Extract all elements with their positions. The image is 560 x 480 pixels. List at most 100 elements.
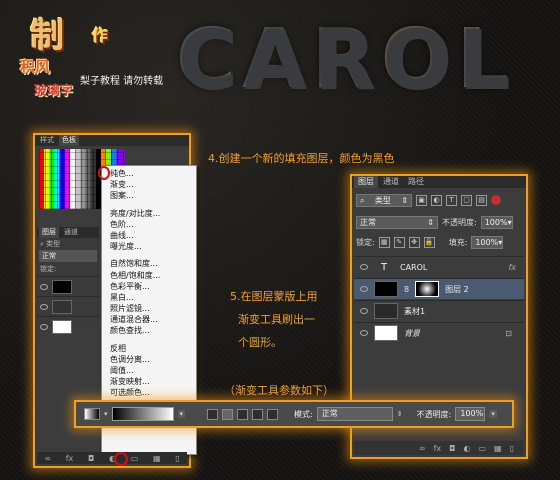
menu-item-threshold[interactable]: 阈值... <box>102 365 196 376</box>
smart-filter-icon[interactable]: ▤ <box>476 194 487 206</box>
diamond-gradient-icon[interactable] <box>267 408 279 420</box>
lock-all-icon[interactable]: 🔒 <box>423 236 435 248</box>
menu-item-solid-color[interactable]: 纯色... <box>102 168 196 179</box>
reflected-gradient-icon[interactable] <box>252 408 264 420</box>
menu-item-hue-saturation[interactable]: 色相/饱和度... <box>102 270 196 281</box>
adjustment-filter-icon[interactable]: ◐ <box>431 194 442 206</box>
opacity-input[interactable]: 100% <box>455 407 486 421</box>
radial-gradient-icon[interactable] <box>222 408 234 420</box>
tab-layers[interactable]: 图层 <box>39 227 59 238</box>
opacity-input[interactable]: 100% ▾ <box>480 215 513 229</box>
mini-kind-filter[interactable]: ⌕ 类型 <box>37 238 99 250</box>
new-layer-icon[interactable]: ▦ <box>494 444 502 453</box>
layer-row-carol[interactable]: T CAROL fx <box>354 256 524 277</box>
folder-icon[interactable]: ▭ <box>131 454 139 463</box>
menu-item-photo-filter[interactable]: 照片滤镜... <box>102 303 196 314</box>
folder-icon[interactable]: ▭ <box>478 444 486 453</box>
blend-row: 正常 ⇕ 不透明度: 100% ▾ <box>356 214 522 230</box>
tab-swatches[interactable]: 色板 <box>59 135 79 146</box>
layer-row-material1[interactable]: 素材1 <box>354 300 524 321</box>
menu-item-channel-mixer[interactable]: 通道混合器... <box>102 314 196 325</box>
adjustment-icon[interactable]: ◐ <box>463 444 470 453</box>
link-icon[interactable]: ∞ <box>44 454 51 463</box>
mini-layer-row[interactable] <box>37 276 99 296</box>
menu-item-color-lookup[interactable]: 颜色查找... <box>102 325 196 336</box>
kind-filter-select[interactable]: ⌕ 类型 ⇕ <box>356 193 412 207</box>
mask-icon[interactable]: ◘ <box>88 454 94 463</box>
gradient-tool-preset-icon[interactable] <box>84 408 100 420</box>
menu-item-color-balance[interactable]: 色彩平衡... <box>102 281 196 292</box>
eye-icon[interactable] <box>40 323 48 330</box>
menu-item-pattern[interactable]: 图案... <box>102 190 196 201</box>
lock-paint-icon[interactable]: ✎ <box>393 236 405 248</box>
menu-item-gradient[interactable]: 渐变... <box>102 179 196 190</box>
eye-icon[interactable] <box>360 330 368 336</box>
menu-item-invert[interactable]: 反相 <box>102 343 196 354</box>
lock-transparent-icon[interactable]: ▦ <box>378 236 390 248</box>
tab-paths[interactable]: 路径 <box>404 176 428 188</box>
fx-icon[interactable]: fx <box>66 454 74 463</box>
pixel-filter-icon[interactable]: ▣ <box>416 194 427 206</box>
title-art: CAROL <box>176 12 515 107</box>
chevron-down-icon: ⇕ <box>427 217 434 227</box>
lock-move-icon[interactable]: ✥ <box>408 236 420 248</box>
menu-item-curves[interactable]: 曲线... <box>102 230 196 241</box>
blend-mode-select[interactable]: 正常 ⇕ <box>356 215 438 229</box>
menu-item-brightness-contrast[interactable]: 亮度/对比度... <box>102 208 196 219</box>
mini-layer-row[interactable] <box>37 296 99 316</box>
fx-icon[interactable]: fx <box>434 444 442 453</box>
menu-item-gradient-map[interactable]: 渐变映射... <box>102 376 196 387</box>
note-step5-line2: 渐变工具刷出一 <box>238 313 315 326</box>
chevron-down-icon: ▾ <box>507 217 512 227</box>
link-icon[interactable]: ∞ <box>419 444 426 453</box>
new-layer-icon[interactable]: ▦ <box>153 454 161 463</box>
chevron-down-icon[interactable]: ▾ <box>104 410 108 418</box>
tab-channels[interactable]: 通道 <box>61 227 81 238</box>
menu-item-levels[interactable]: 色阶... <box>102 219 196 230</box>
layer-thumbnail <box>52 299 72 314</box>
eye-icon[interactable] <box>360 308 368 314</box>
angle-gradient-icon[interactable] <box>237 408 249 420</box>
tab-styles[interactable]: 样式 <box>37 135 57 146</box>
mini-layer-row[interactable] <box>37 316 99 336</box>
type-filter-icon[interactable]: T <box>446 194 457 206</box>
linear-gradient-icon[interactable] <box>207 408 219 420</box>
mini-lock-label: 锁定: <box>40 265 57 273</box>
menu-item-black-white[interactable]: 黑白... <box>102 292 196 303</box>
logo-tagline: 梨子教程 请勿转载 <box>80 76 164 87</box>
shape-filter-icon[interactable]: ▢ <box>461 194 472 206</box>
layer-row-background[interactable]: 背景 ⊡ <box>354 322 524 343</box>
eye-icon[interactable] <box>360 286 368 292</box>
trash-icon[interactable]: ▯ <box>175 454 179 463</box>
chevron-down-icon[interactable]: ▾ <box>489 410 497 418</box>
mode-select[interactable]: 正常 <box>316 407 393 421</box>
mode-label: 模式: <box>294 409 313 419</box>
chain-link-icon[interactable]: 8 <box>404 285 409 294</box>
opacity-label: 不透明度: <box>442 217 477 227</box>
mask-thumbnail[interactable] <box>415 281 440 297</box>
left-layer-toolbar: ∞ fx ◘ ◐ ▭ ▦ ▯ <box>37 452 187 464</box>
tab-layers[interactable]: 图层 <box>354 176 378 188</box>
layer-name: 素材1 <box>404 306 426 316</box>
layer-row-layer2[interactable]: 8 图层 2 <box>354 278 524 299</box>
mini-blend-mode[interactable]: 正常 <box>39 250 97 262</box>
chevron-down-icon[interactable]: ▾ <box>177 410 186 418</box>
mask-icon[interactable]: ◘ <box>449 444 455 453</box>
fx-badge-icon[interactable]: fx <box>508 263 516 272</box>
filter-toggle-icon[interactable] <box>491 195 501 205</box>
eye-icon[interactable] <box>360 264 368 270</box>
eye-icon[interactable] <box>40 283 48 290</box>
gradient-editor-swatch[interactable] <box>111 407 174 421</box>
fill-input[interactable]: 100% ▾ <box>471 235 504 249</box>
menu-item-vibrance[interactable]: 自然饱和度... <box>102 258 196 269</box>
tab-channels[interactable]: 通道 <box>379 176 403 188</box>
menu-item-selective-color[interactable]: 可选颜色... <box>102 387 196 398</box>
highlight-circle-adjustment <box>114 452 128 466</box>
menu-item-posterize[interactable]: 色调分离... <box>102 354 196 365</box>
swatch-tabs: 样式 色板 <box>35 135 189 146</box>
fill-label: 填充: <box>448 237 468 247</box>
trash-icon[interactable]: ▯ <box>510 444 514 453</box>
menu-item-exposure[interactable]: 曝光度... <box>102 241 196 252</box>
eye-icon[interactable] <box>40 303 48 310</box>
chevron-down-icon[interactable]: ⇕ <box>397 410 403 418</box>
